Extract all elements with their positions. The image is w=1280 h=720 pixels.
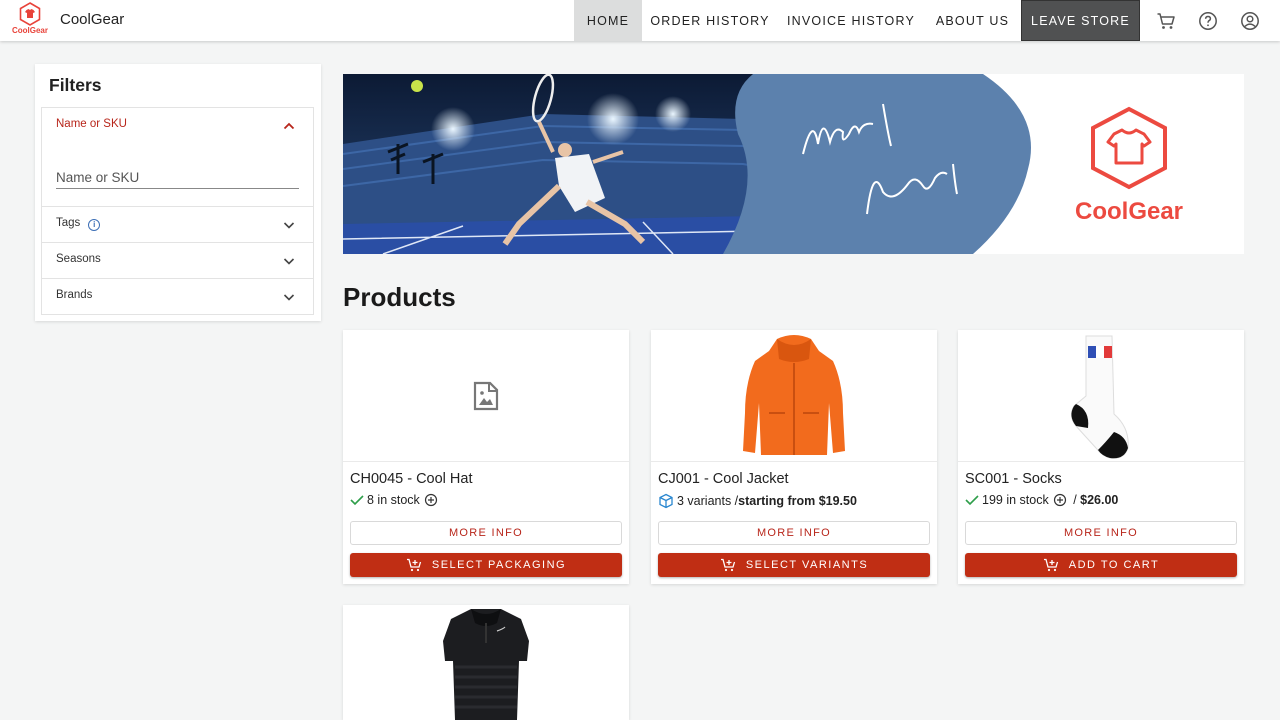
banner-brand-text: CoolGear bbox=[1075, 198, 1184, 225]
select-variants-button[interactable]: SELECT VARIANTS bbox=[658, 553, 930, 577]
filters-panel: Filters Name or SKU Tagsi Seasons Brands bbox=[35, 64, 321, 321]
price-separator: / bbox=[1069, 493, 1081, 507]
chevron-down-icon[interactable] bbox=[282, 218, 296, 232]
product-card: SC001 - Socks 199 in stock / $26.00 MORE… bbox=[958, 330, 1244, 584]
filters-title: Filters bbox=[49, 75, 102, 95]
shirt-logo-icon bbox=[19, 2, 41, 26]
logo-text: CoolGear bbox=[11, 26, 48, 35]
product-image[interactable] bbox=[343, 605, 629, 720]
image-placeholder-icon bbox=[473, 381, 499, 410]
nav-about-us[interactable]: ABOUT US bbox=[924, 0, 1021, 41]
add-to-cart-button[interactable]: ADD TO CART bbox=[965, 553, 1237, 577]
price-text: $26.00 bbox=[1080, 493, 1119, 507]
variants-status: 3 variants / starting from $19.50 bbox=[658, 493, 857, 509]
product-image[interactable] bbox=[651, 330, 937, 462]
product-title[interactable]: CJ001 - Cool Jacket bbox=[658, 471, 789, 487]
top-icons bbox=[1145, 0, 1271, 41]
add-cart-icon bbox=[406, 558, 421, 572]
tags-label-text: Tags bbox=[56, 217, 81, 229]
add-cart-icon bbox=[720, 558, 735, 572]
promo-banner[interactable] bbox=[343, 74, 1244, 254]
stock-status: 199 in stock / $26.00 bbox=[965, 493, 1118, 507]
brand-logo[interactable]: CoolGear bbox=[8, 2, 52, 38]
chevron-down-icon[interactable] bbox=[282, 290, 296, 304]
filter-section-name-sku: Name or SKU bbox=[41, 107, 314, 207]
product-title[interactable]: CH0045 - Cool Hat bbox=[350, 471, 473, 487]
more-info-button[interactable]: MORE INFO bbox=[350, 521, 622, 545]
variants-text: 3 variants / bbox=[677, 494, 739, 508]
filter-label-brands: Brands bbox=[56, 289, 93, 301]
nav-order-history[interactable]: ORDER HISTORY bbox=[642, 0, 778, 41]
check-icon bbox=[965, 495, 979, 506]
chevron-down-icon[interactable] bbox=[282, 254, 296, 268]
add-to-cart-label: ADD TO CART bbox=[1068, 559, 1160, 571]
help-icon[interactable] bbox=[1187, 0, 1229, 41]
filter-section-tags[interactable]: Tags i bbox=[41, 206, 314, 243]
brand-name[interactable]: CoolGear bbox=[60, 11, 124, 28]
check-icon bbox=[350, 495, 364, 506]
products-title: Products bbox=[343, 282, 456, 312]
cart-icon[interactable] bbox=[1145, 0, 1187, 41]
box-icon bbox=[659, 493, 673, 509]
banner-artwork bbox=[343, 74, 1167, 254]
info-icon[interactable]: i bbox=[88, 219, 101, 231]
stock-status: 8 in stock bbox=[350, 493, 441, 507]
stock-text: 199 in stock bbox=[982, 493, 1049, 507]
name-sku-input[interactable] bbox=[56, 167, 299, 189]
select-packaging-button[interactable]: SELECT PACKAGING bbox=[350, 553, 622, 577]
filter-section-seasons[interactable]: Seasons bbox=[41, 242, 314, 279]
polo-shirt-image bbox=[443, 609, 529, 720]
select-variants-label: SELECT VARIANTS bbox=[745, 559, 869, 571]
product-title[interactable]: SC001 - Socks bbox=[965, 471, 1062, 487]
select-packaging-label: SELECT PACKAGING bbox=[431, 559, 567, 571]
product-card: CJ001 - Cool Jacket 3 variants / startin… bbox=[651, 330, 937, 584]
filter-label-name-sku[interactable]: Name or SKU bbox=[56, 118, 127, 130]
product-card bbox=[343, 605, 629, 720]
main-nav: HOME ORDER HISTORY INVOICE HISTORY ABOUT… bbox=[574, 0, 1140, 41]
filter-label-seasons: Seasons bbox=[56, 253, 101, 265]
add-circle-icon[interactable] bbox=[424, 493, 438, 507]
product-image[interactable] bbox=[343, 330, 629, 462]
filter-label-tags: Tags i bbox=[56, 217, 101, 231]
product-card: CH0045 - Cool Hat 8 in stock MORE INFO S… bbox=[343, 330, 629, 584]
top-bar: CoolGear CoolGear HOME ORDER HISTORY INV… bbox=[0, 0, 1280, 41]
jacket-image bbox=[743, 334, 845, 455]
more-info-button[interactable]: MORE INFO bbox=[965, 521, 1237, 545]
add-circle-icon[interactable] bbox=[1053, 493, 1067, 507]
product-image[interactable] bbox=[958, 330, 1244, 462]
add-cart-icon bbox=[1043, 558, 1058, 572]
stock-text: 8 in stock bbox=[367, 493, 420, 507]
nav-home[interactable]: HOME bbox=[574, 0, 642, 41]
chevron-up-icon[interactable] bbox=[282, 119, 296, 133]
price-text: starting from $19.50 bbox=[738, 494, 857, 508]
nav-invoice-history[interactable]: INVOICE HISTORY bbox=[778, 0, 924, 41]
account-icon[interactable] bbox=[1229, 0, 1271, 41]
filter-section-brands[interactable]: Brands bbox=[41, 278, 314, 315]
sock-image bbox=[1070, 335, 1129, 459]
leave-store-button[interactable]: LEAVE STORE bbox=[1021, 0, 1140, 41]
more-info-button[interactable]: MORE INFO bbox=[658, 521, 930, 545]
